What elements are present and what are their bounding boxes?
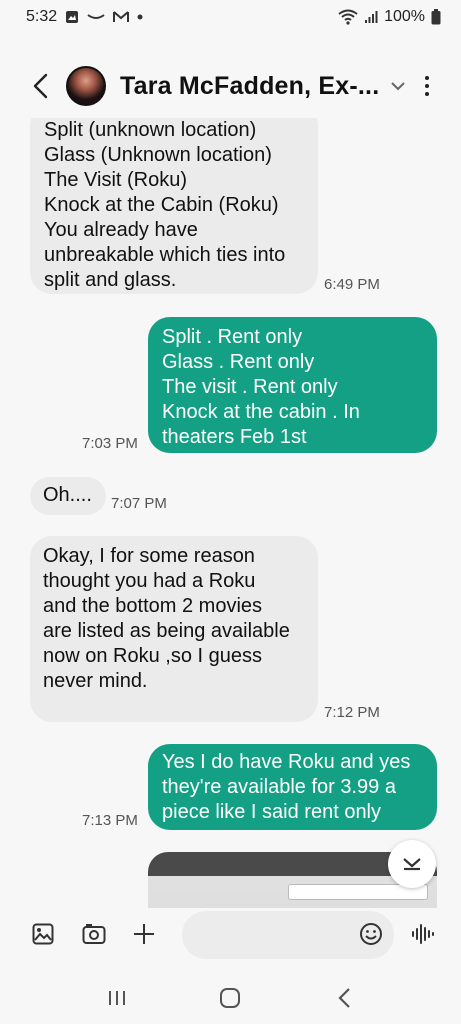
camera-icon <box>82 924 106 944</box>
back-button[interactable] <box>20 62 60 110</box>
message-time: 7:03 PM <box>82 435 138 452</box>
scroll-down-icon <box>403 858 421 871</box>
message-time: 7:12 PM <box>324 704 380 721</box>
contact-avatar[interactable] <box>66 66 106 106</box>
composer-bar <box>0 905 461 963</box>
gallery-button[interactable] <box>25 916 61 952</box>
emoji-icon <box>360 923 382 945</box>
contact-details-button[interactable] <box>391 81 406 91</box>
more-icon <box>425 76 429 80</box>
gmail-icon <box>113 11 130 23</box>
battery-icon <box>431 9 441 25</box>
back-nav-button[interactable] <box>324 978 364 1018</box>
chevron-down-icon <box>391 81 406 90</box>
add-attachment-button[interactable] <box>126 916 162 952</box>
signal-icon <box>364 10 378 24</box>
contact-name[interactable]: Tara McFadden, Ex-... <box>120 72 379 101</box>
message-bubble-outgoing[interactable]: Split . Rent only Glass . Rent only The … <box>148 317 437 453</box>
message-bubble-outgoing[interactable]: Yes I do have Roku and yes they're avail… <box>148 744 437 830</box>
message-list[interactable]: Split (unknown location) Glass (Unknown … <box>0 118 461 908</box>
gallery-icon <box>32 923 54 945</box>
message-time: 7:07 PM <box>111 495 167 512</box>
wifi-icon <box>338 9 358 25</box>
conversation-header: Tara McFadden, Ex-... <box>0 58 461 114</box>
message-time: 6:49 PM <box>324 276 380 293</box>
camera-button[interactable] <box>76 916 112 952</box>
recent-apps-button[interactable] <box>97 978 137 1018</box>
status-bar: 5:32 100% <box>0 0 461 34</box>
home-icon <box>220 988 241 1008</box>
system-nav-bar <box>0 972 461 1024</box>
plus-icon <box>134 924 154 944</box>
voice-record-button[interactable] <box>405 916 441 952</box>
home-button[interactable] <box>210 978 250 1018</box>
voice-icon <box>412 924 434 944</box>
status-time: 5:32 <box>26 8 58 25</box>
message-bubble-incoming[interactable]: Okay, I for some reason thought you had … <box>30 536 318 722</box>
back-nav-icon <box>338 988 350 1008</box>
voicemail-icon <box>87 12 105 22</box>
more-options-button[interactable] <box>419 70 435 102</box>
scroll-to-bottom-button[interactable] <box>388 840 436 888</box>
message-time: 7:13 PM <box>82 812 138 829</box>
image-notification-icon <box>65 10 79 24</box>
message-bubble-incoming[interactable]: Oh.... <box>30 477 106 515</box>
battery-percent: 100% <box>384 8 425 25</box>
dot-icon <box>137 14 143 20</box>
message-bubble-incoming[interactable]: Split (unknown location) Glass (Unknown … <box>30 118 318 294</box>
back-icon <box>33 73 48 99</box>
recent-apps-icon <box>108 991 125 1005</box>
emoji-button[interactable] <box>353 916 389 952</box>
